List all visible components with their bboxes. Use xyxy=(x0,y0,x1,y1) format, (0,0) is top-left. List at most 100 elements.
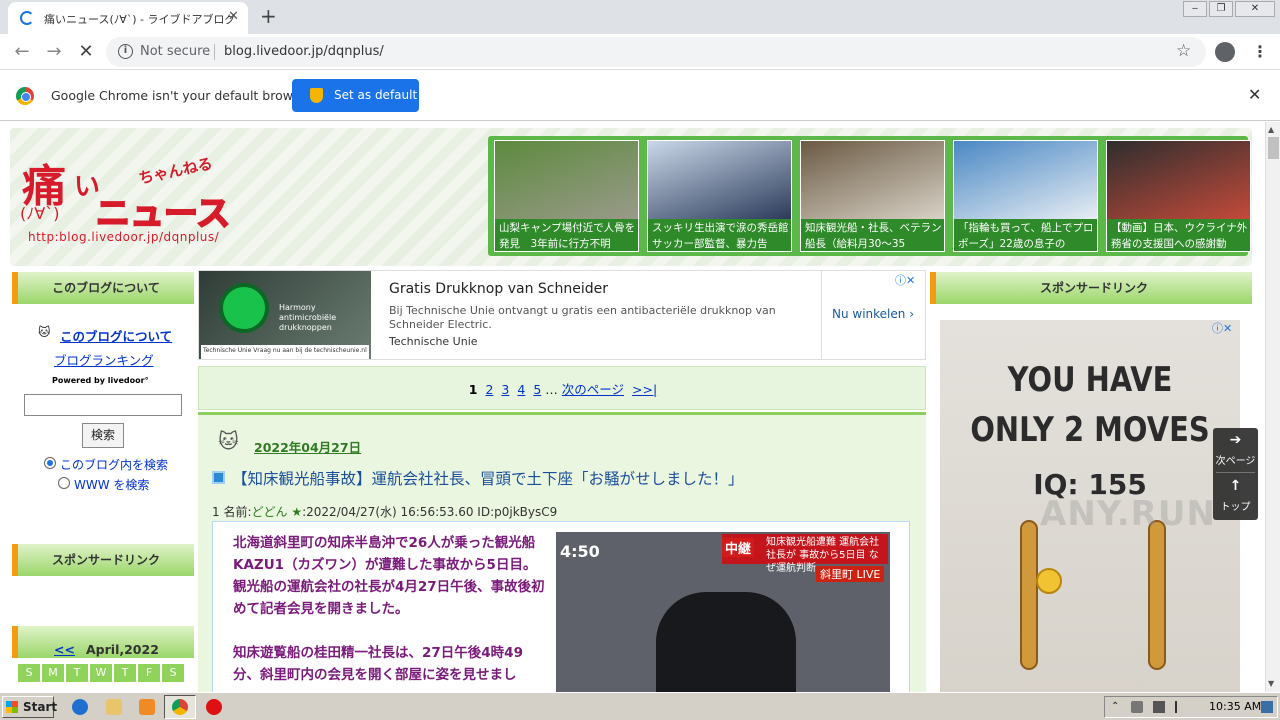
post-date[interactable]: 2022年04月27日 xyxy=(254,437,361,456)
logo-text: ちゃんねる xyxy=(137,154,215,188)
thumbnail-caption: 【動画】日本、ウクライナ外務省の支援国への感謝動 xyxy=(1107,219,1250,251)
page-link[interactable]: 4 xyxy=(517,382,525,397)
folder-icon[interactable] xyxy=(106,699,122,715)
ie-icon[interactable] xyxy=(72,699,88,715)
infobar-close-icon[interactable]: ✕ xyxy=(1248,85,1261,104)
warning-app-icon[interactable] xyxy=(206,699,222,715)
about-blog-link[interactable]: このブログについて xyxy=(60,326,172,345)
radio-search-www[interactable] xyxy=(58,477,70,489)
windows-logo-icon xyxy=(6,701,18,713)
meta-number: 1 名前: xyxy=(212,505,252,519)
top-arrow-icon[interactable]: ↑ xyxy=(1213,478,1258,494)
browser-menu-icon[interactable]: ⋮ xyxy=(1252,42,1268,61)
headline-thumbnail[interactable]: 知床観光船・社長、ベテラン船長（給料月30～35 xyxy=(800,140,945,252)
news-photo[interactable]: 4:50 知床観光船遭難 運航会社社長が 事故から5日目 なぜ運航判断 中継 斜… xyxy=(556,532,890,692)
next-page-arrow-icon[interactable]: ➔ xyxy=(1213,432,1258,448)
stop-loading-button[interactable]: ✕ xyxy=(74,41,98,62)
powered-by-livedoor[interactable]: Powered by livedoor° xyxy=(52,376,149,385)
page-link[interactable]: 5 xyxy=(533,382,541,397)
bowing-person-figure xyxy=(656,592,796,692)
ad-title[interactable]: Gratis Drukknop van Schneider xyxy=(389,281,608,297)
clock[interactable]: 10:35 AM xyxy=(1209,700,1261,713)
address-bar[interactable]: i Not secure blog.livedoor.jp/dqnplus/ ☆ xyxy=(106,37,1206,67)
ad-brand: Technische Unie xyxy=(389,335,478,348)
search-input[interactable] xyxy=(24,394,182,416)
close-window-button[interactable]: ✕ xyxy=(1235,1,1275,17)
next-page-link[interactable]: 次のページ xyxy=(562,382,624,397)
forward-button[interactable]: → xyxy=(42,41,66,62)
set-as-default-button[interactable]: Set as default xyxy=(292,79,419,112)
headline-thumbnail[interactable]: 「指輪も買って、船上でプロポーズ」22歳の息子の xyxy=(953,140,1098,252)
photo-live-badge: 中継 xyxy=(722,538,755,557)
scroll-down-icon[interactable]: ▼ xyxy=(1268,679,1274,688)
blog-ranking-link[interactable]: ブログランキング xyxy=(54,350,154,369)
flag-icon[interactable] xyxy=(1175,701,1187,713)
calendar-weekday: T xyxy=(114,664,136,682)
top-label[interactable]: トップ xyxy=(1213,498,1258,513)
ad-choices-close-icon[interactable]: ⓘ✕ xyxy=(895,272,915,288)
calendar-weekday: S xyxy=(162,664,184,682)
page-link[interactable]: 2 xyxy=(485,382,493,397)
bookmark-star-icon[interactable]: ☆ xyxy=(1176,41,1191,61)
info-icon[interactable]: i xyxy=(118,44,133,59)
search-button[interactable]: 検索 xyxy=(82,423,124,448)
site-header: 痛 い ちゃんねる ニュース (ﾉ∀`) http:blog.livedoor.… xyxy=(10,128,1252,266)
ad-image[interactable]: Harmony antimicrobiële drukknoppen Techn… xyxy=(199,271,371,359)
meta-details: :2022/04/27(水) 16:56:53.60 ID:p0jkBysC9 xyxy=(302,505,558,519)
minimize-button[interactable]: ‒ xyxy=(1183,1,1207,17)
maximize-button[interactable]: ❐ xyxy=(1209,1,1233,17)
post-text: 北海道斜里町の知床半島沖で26人が乗った観光船KAZU1（カズワン）が遭難した事… xyxy=(233,532,549,686)
show-desktop-icon[interactable] xyxy=(1261,701,1273,713)
site-logo[interactable]: 痛 い ちゃんねる ニュース (ﾉ∀`) http:blog.livedoor.… xyxy=(18,150,238,260)
thumbnail-caption: 「指輪も買って、船上でプロポーズ」22歳の息子の xyxy=(954,219,1097,251)
page-current: 1 xyxy=(468,382,478,397)
profile-avatar-icon[interactable] xyxy=(1215,42,1235,62)
calendar-weekday: T xyxy=(66,664,88,682)
right-sidebar: スポンサードリンク ⓘ✕ YOU HAVE ONLY 2 MOVES IQ: 1… xyxy=(930,272,1252,692)
radio-search-blog-label[interactable]: このブログ内を検索 xyxy=(60,456,168,473)
headline-thumbnail[interactable]: 山梨キャンプ場付近で人骨を発見 3年前に行方不明 xyxy=(494,140,639,252)
push-button-icon xyxy=(219,283,269,333)
pin-icon xyxy=(1148,520,1166,670)
calendar-weekday: S xyxy=(18,664,40,682)
headline-thumbnail[interactable]: スッキリ生出演で涙の秀岳館サッカー部監督、暴力告 xyxy=(647,140,792,252)
back-button[interactable]: ← xyxy=(10,41,34,62)
headline-thumbnails: 山梨キャンプ場付近で人骨を発見 3年前に行方不明 スッキリ生出演で涙の秀岳館サッカ… xyxy=(488,136,1251,256)
ad-divider xyxy=(821,271,822,359)
network-icon[interactable] xyxy=(1153,701,1165,713)
start-button[interactable]: Start xyxy=(2,696,57,718)
float-nav-divider xyxy=(1216,472,1255,473)
thumbnail-image xyxy=(495,141,638,219)
new-tab-button[interactable]: + xyxy=(260,4,277,28)
next-page-label[interactable]: 次ページ xyxy=(1213,452,1258,467)
calendar-prev-link[interactable]: << xyxy=(54,634,75,666)
volume-icon[interactable] xyxy=(1131,701,1143,713)
url-text[interactable]: blog.livedoor.jp/dqnplus/ xyxy=(224,44,384,59)
last-page-link[interactable]: >>| xyxy=(632,382,657,397)
page-scrollbar[interactable]: ▲ ▼ xyxy=(1265,122,1280,692)
active-tab[interactable]: 痛いニュース(ﾉ∀`) - ライブドアブログ ✕ xyxy=(8,2,248,34)
cat-icon: 🐱 xyxy=(38,325,51,339)
post-title[interactable]: 【知床観光船事故】運航会社社長、冒頭で土下座「お騒がせしました！」 xyxy=(232,467,744,489)
ad-cta-link[interactable]: Nu winkelen › xyxy=(832,307,914,321)
media-player-icon[interactable] xyxy=(139,699,155,715)
tab-close-icon[interactable]: ✕ xyxy=(228,9,239,24)
security-label[interactable]: Not secure xyxy=(140,44,210,59)
calendar-weekday: W xyxy=(90,664,112,682)
taskbar-chrome-button[interactable] xyxy=(164,695,196,719)
floating-nav: ➔ 次ページ ↑ トップ xyxy=(1213,428,1258,520)
scroll-thumb[interactable] xyxy=(1268,137,1279,159)
page-link[interactable]: 3 xyxy=(501,382,509,397)
radio-search-blog[interactable] xyxy=(44,457,56,469)
ad-choices-close-icon[interactable]: ⓘ✕ xyxy=(1212,320,1232,336)
display-ad[interactable]: Harmony antimicrobiële drukknoppen Techn… xyxy=(198,270,926,360)
coin-icon xyxy=(1036,568,1062,594)
left-sidebar: このブログについて 🐱 このブログについて ブログランキング Powered b… xyxy=(12,272,194,692)
omnibox-divider xyxy=(214,44,215,60)
headline-thumbnail[interactable]: 【動画】日本、ウクライナ外務省の支援国への感謝動 xyxy=(1106,140,1251,252)
scroll-up-icon[interactable]: ▲ xyxy=(1268,125,1274,134)
sidebar-heading: スポンサードリンク xyxy=(930,272,1252,304)
radio-search-www-label[interactable]: WWW を検索 xyxy=(74,476,149,493)
tray-expand-icon[interactable]: ⌃ xyxy=(1111,701,1123,713)
meta-star: ★ xyxy=(291,505,303,519)
